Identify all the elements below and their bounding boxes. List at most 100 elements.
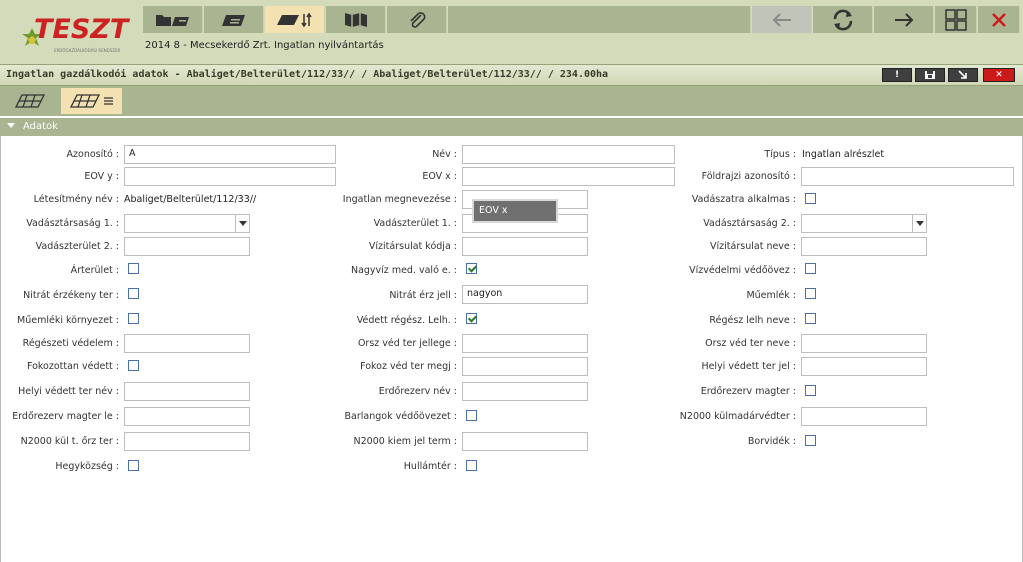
chevron-down-icon[interactable] — [235, 215, 249, 232]
nagyviz-med-checkbox[interactable] — [466, 263, 477, 274]
erdorezerv-magter-le-label: Erdőrezerv magter le : — [12, 411, 119, 422]
vizitarsulat-kodja-label: Vízitársulat kódja : — [368, 241, 457, 252]
regesz-lelh-neve-checkbox[interactable] — [805, 313, 816, 324]
parcel-sort-icon — [276, 12, 312, 27]
hullamter-checkbox[interactable] — [466, 460, 477, 471]
arterulet-checkbox[interactable] — [128, 263, 139, 274]
muemlek-label: Műemlék : — [746, 290, 796, 301]
foldrajzi-azonosito-label: Földrajzi azonosító : — [701, 171, 796, 182]
parcel-view-tab[interactable] — [8, 88, 52, 114]
folder-map-button[interactable] — [143, 6, 203, 33]
orsz-ved-ter-neve-label: Orsz véd ter neve : — [705, 338, 796, 349]
nev-input[interactable] — [462, 145, 675, 164]
minimize-icon — [958, 70, 967, 79]
refresh-button[interactable] — [813, 6, 873, 33]
arterulet-label: Árterület : — [70, 265, 119, 276]
vadaszatra-alkalmas-checkbox[interactable] — [805, 193, 816, 204]
folder-map-icon — [155, 14, 189, 26]
minimize-button[interactable] — [948, 68, 978, 82]
close-window-button[interactable]: ✕ — [983, 68, 1015, 82]
fokozottan-vedett-checkbox[interactable] — [128, 360, 139, 371]
orsz-ved-ter-neve-input[interactable] — [801, 334, 927, 353]
tipus-value: Ingatlan alrészlet — [802, 149, 885, 160]
erdorezerv-magter-label: Erdőrezerv magter : — [700, 386, 796, 397]
parcel-button[interactable] — [204, 6, 264, 33]
parcel-sort-button[interactable] — [265, 6, 325, 33]
nitrat-erzekeny-ter-checkbox[interactable] — [128, 288, 139, 299]
letesitmeny-nev-value: Abaliget/Belterület/112/33// — [124, 194, 257, 205]
fokoz-ved-ter-megj-input[interactable] — [462, 357, 588, 376]
helyi-vedett-ter-jel-label: Helyi védett ter jel : — [701, 361, 796, 372]
hegykozseg-label: Hegyközség : — [55, 461, 119, 472]
n2000-kulmadarvedter-input[interactable] — [801, 407, 927, 426]
window-titlebar: Ingatlan gazdálkodói adatok - Abaliget/B… — [0, 64, 1023, 86]
n2000-kulmadarvedter-label: N2000 külmadárvédter : — [679, 411, 796, 422]
refresh-icon — [833, 9, 852, 30]
parcel-data-tab[interactable] — [61, 88, 122, 114]
barlangok-vedoovezet-checkbox[interactable] — [466, 410, 477, 421]
vadaszatra-alkalmas-label: Vadászatra alkalmas : — [691, 194, 796, 205]
logo-subtext: ERDŐGAZDÁLKODÁSI RENDSZER — [54, 48, 121, 53]
vizvedelmi-vedoovez-checkbox[interactable] — [805, 263, 816, 274]
helyi-vedett-ter-jel-input[interactable] — [801, 357, 927, 376]
regeszeti-vedelem-input[interactable] — [124, 334, 250, 353]
ingatlan-megnevezese-label: Ingatlan megnevezése : — [342, 194, 457, 205]
muemleki-kornyezet-checkbox[interactable] — [128, 313, 139, 324]
chevron-down-icon[interactable] — [912, 215, 926, 232]
orsz-ved-ter-jellege-input[interactable] — [462, 334, 588, 353]
attachment-button[interactable] — [387, 6, 447, 33]
vadasztarsasag-2-select[interactable] — [801, 214, 927, 233]
forest-map-button[interactable] — [326, 6, 386, 33]
section-title: Adatok — [23, 121, 58, 132]
erdorezerv-nev-input[interactable] — [462, 382, 588, 401]
erdorezerv-magter-checkbox[interactable] — [805, 385, 816, 396]
tooltip: EOV x — [472, 199, 558, 223]
regeszeti-vedelem-label: Régészeti védelem : — [22, 338, 119, 349]
hegykozseg-checkbox[interactable] — [128, 460, 139, 471]
foldrajzi-azonosito-input[interactable] — [801, 167, 1014, 186]
parcel-icon — [221, 14, 245, 26]
muemlek-checkbox[interactable] — [805, 288, 816, 299]
erdorezerv-magter-le-input[interactable] — [124, 407, 250, 426]
back-button[interactable] — [752, 6, 812, 33]
vizitarsulat-kodja-input[interactable] — [462, 237, 588, 256]
forest-map-icon — [344, 12, 367, 27]
eov-x-input[interactable] — [462, 167, 675, 186]
info-button[interactable]: ! — [882, 68, 912, 82]
vadasztarsasag-2-label: Vadásztársaság 2. : — [703, 218, 796, 229]
app-header: TESZT ERDŐGAZDÁLKODÁSI RENDSZER 2014 8 -… — [0, 0, 1023, 64]
section-header-adatok[interactable]: Adatok — [0, 118, 1023, 136]
save-icon — [925, 71, 935, 79]
vedett-regesz-lelh-checkbox[interactable] — [466, 313, 477, 324]
helyi-vedett-ter-nev-input[interactable] — [124, 382, 250, 401]
letesitmeny-nev-label: Létesítmény név : — [33, 194, 119, 205]
vedett-regesz-lelh-label: Védett régész. Lelh. : — [356, 315, 457, 326]
app-logo: TESZT ERDŐGAZDÁLKODÁSI RENDSZER — [20, 12, 128, 56]
nitrat-erz-jell-input[interactable]: nagyon — [462, 285, 588, 304]
n2000-kiem-jel-term-input[interactable] — [462, 432, 588, 451]
forward-button[interactable] — [874, 6, 934, 33]
vadasztarsasag-1-select[interactable] — [124, 214, 250, 233]
eov-y-label: EOV y : — [84, 171, 119, 182]
tipus-label: Típus : — [764, 149, 796, 160]
paperclip-icon — [409, 11, 425, 28]
close-app-button[interactable] — [978, 6, 1020, 33]
vadasztarsasag-1-label: Vadásztársaság 1. : — [26, 218, 119, 229]
save-button[interactable] — [915, 68, 945, 82]
collapse-arrow-icon[interactable] — [7, 123, 15, 128]
grid-button[interactable] — [935, 6, 977, 33]
vadaszterulet-2-label: Vadászterület 2. : — [35, 241, 119, 252]
azonosito-input[interactable]: A — [124, 145, 336, 164]
close-icon — [991, 12, 1006, 27]
toolbar-spacer — [448, 6, 751, 33]
eov-y-input[interactable] — [124, 167, 336, 186]
n2000-kul-t-orz-ter-input[interactable] — [124, 432, 250, 451]
back-arrow-icon — [772, 12, 791, 27]
fokozottan-vedett-label: Fokozottan védett : — [26, 361, 119, 372]
borvidek-checkbox[interactable] — [805, 435, 816, 446]
vizitarsulat-neve-input[interactable] — [801, 237, 927, 256]
vizitarsulat-neve-label: Vízitársulat neve : — [710, 241, 796, 252]
window-title: Ingatlan gazdálkodói adatok - Abaliget/B… — [6, 69, 609, 80]
azonosito-label: Azonosító : — [66, 149, 119, 160]
vadaszterulet-2-input[interactable] — [124, 237, 250, 256]
